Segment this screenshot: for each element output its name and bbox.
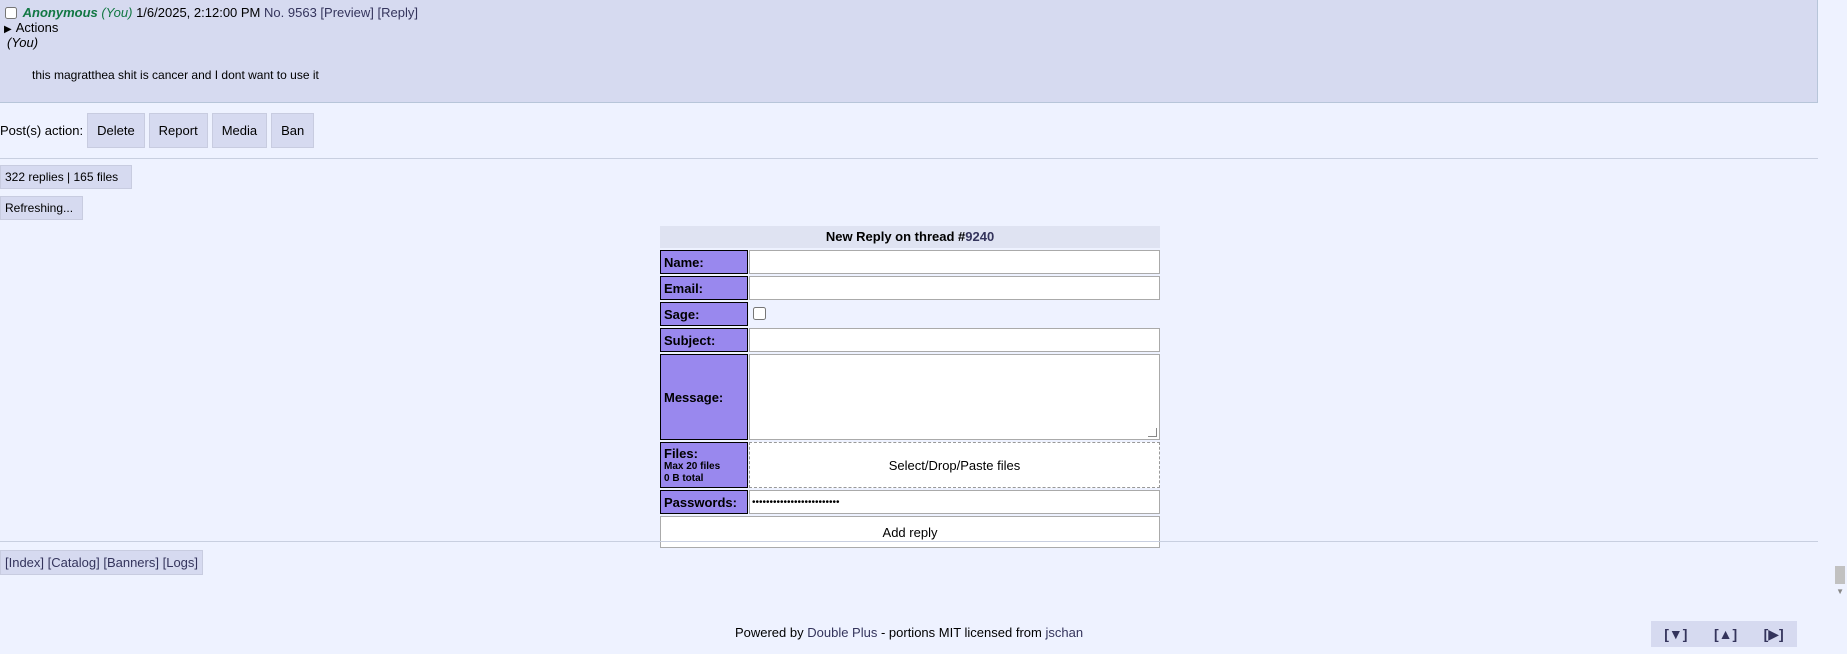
thread-link[interactable]: 9240 xyxy=(965,229,994,244)
divider xyxy=(0,158,1818,159)
message-label: Message: xyxy=(660,354,748,440)
refresh-button[interactable]: Refreshing... xyxy=(0,196,83,220)
post-actions-toggle[interactable]: ▶ Actions xyxy=(4,20,58,35)
reply-link[interactable]: [Reply] xyxy=(378,5,418,20)
scrollbar-thumb[interactable] xyxy=(1835,566,1845,584)
post-actions-label: Actions xyxy=(15,20,59,35)
message-row: Message: xyxy=(660,354,1160,440)
media-button[interactable]: Media xyxy=(211,113,268,148)
email-label: Email: xyxy=(660,276,748,300)
board-nav: [Index] [Catalog] [Banners] [Logs] xyxy=(0,550,203,575)
post-date: 1/6/2025, 2:12:00 PM xyxy=(136,5,261,20)
resize-grip-icon[interactable] xyxy=(1148,428,1157,437)
sage-label: Sage: xyxy=(660,302,748,326)
thread-stats: 322 replies | 165 files xyxy=(0,165,132,189)
file-drop-zone[interactable]: Select/Drop/Paste files xyxy=(749,442,1160,488)
footer-powered-by: Powered by xyxy=(734,625,804,640)
post-message: this magratthea shit is cancer and I don… xyxy=(32,68,319,82)
doubleplus-link[interactable]: Double Plus xyxy=(807,625,877,640)
footer-license-text: - portions MIT licensed from xyxy=(880,625,1042,640)
passwords-label: Passwords: xyxy=(660,490,748,514)
files-max: Max 20 files xyxy=(664,460,721,472)
sage-row: Sage: xyxy=(660,302,1160,326)
password-input[interactable] xyxy=(750,491,1159,513)
post-header: Anonymous (You) 1/6/2025, 2:12:00 PM No.… xyxy=(5,5,418,20)
form-title: New Reply on thread #9240 xyxy=(660,226,1160,248)
add-reply-button[interactable]: Add reply xyxy=(660,516,1160,548)
post-number[interactable]: 9563 xyxy=(288,5,317,20)
post-you-tag: (You) xyxy=(101,5,133,20)
post-action-bar: Post(s) action: Delete Report Media Ban xyxy=(0,113,318,148)
email-input[interactable] xyxy=(750,277,1159,299)
name-input[interactable] xyxy=(750,251,1159,273)
footer: Powered by Double Plus - portions MIT li… xyxy=(0,625,1818,640)
subject-row: Subject: xyxy=(660,328,1160,352)
report-button[interactable]: Report xyxy=(148,113,208,148)
scroll-down-icon[interactable]: [▼] xyxy=(1664,626,1687,642)
post-number-label[interactable]: No. xyxy=(264,5,284,20)
divider xyxy=(0,541,1818,542)
files-row: Files: Max 20 files 0 B total Select/Dro… xyxy=(660,442,1160,488)
post-select-checkbox[interactable] xyxy=(5,7,17,19)
scroll-up-icon[interactable]: [▲] xyxy=(1714,626,1737,642)
name-row: Name: xyxy=(660,250,1160,274)
scroll-controls: [▼] [▲] [▶] xyxy=(1651,621,1797,647)
files-total: 0 B total xyxy=(664,472,704,484)
post: Anonymous (You) 1/6/2025, 2:12:00 PM No.… xyxy=(0,0,1818,103)
nav-logs-link[interactable]: [Logs] xyxy=(163,555,198,570)
files-label-text: Files: xyxy=(664,445,698,461)
passwords-row: Passwords: xyxy=(660,490,1160,514)
files-label: Files: Max 20 files 0 B total xyxy=(660,442,748,488)
post-you-line: (You) xyxy=(7,35,39,50)
post-action-label: Post(s) action: xyxy=(0,123,84,138)
name-label: Name: xyxy=(660,250,748,274)
sage-checkbox[interactable] xyxy=(753,307,766,320)
message-textarea[interactable] xyxy=(750,355,1159,439)
nav-banners-link[interactable]: [Banners] xyxy=(103,555,159,570)
nav-catalog-link[interactable]: [Catalog] xyxy=(48,555,100,570)
form-title-text: New Reply on thread # xyxy=(825,229,966,244)
preview-link[interactable]: [Preview] xyxy=(320,5,373,20)
nav-index-link[interactable]: [Index] xyxy=(5,555,44,570)
delete-button[interactable]: Delete xyxy=(87,113,145,148)
scroll-right-icon[interactable]: [▶] xyxy=(1764,626,1784,643)
disclosure-triangle-icon: ▶ xyxy=(4,24,12,35)
scrollbar-down-arrow-icon[interactable]: ▼ xyxy=(1836,587,1844,596)
scrollbar[interactable]: ▼ xyxy=(1832,0,1847,654)
subject-label: Subject: xyxy=(660,328,748,352)
reply-form: New Reply on thread #9240 Name: Email: S… xyxy=(660,226,1160,548)
ban-button[interactable]: Ban xyxy=(271,113,315,148)
post-author-name: Anonymous xyxy=(22,5,98,20)
jschan-link[interactable]: jschan xyxy=(1045,625,1083,640)
email-row: Email: xyxy=(660,276,1160,300)
subject-input[interactable] xyxy=(750,329,1159,351)
